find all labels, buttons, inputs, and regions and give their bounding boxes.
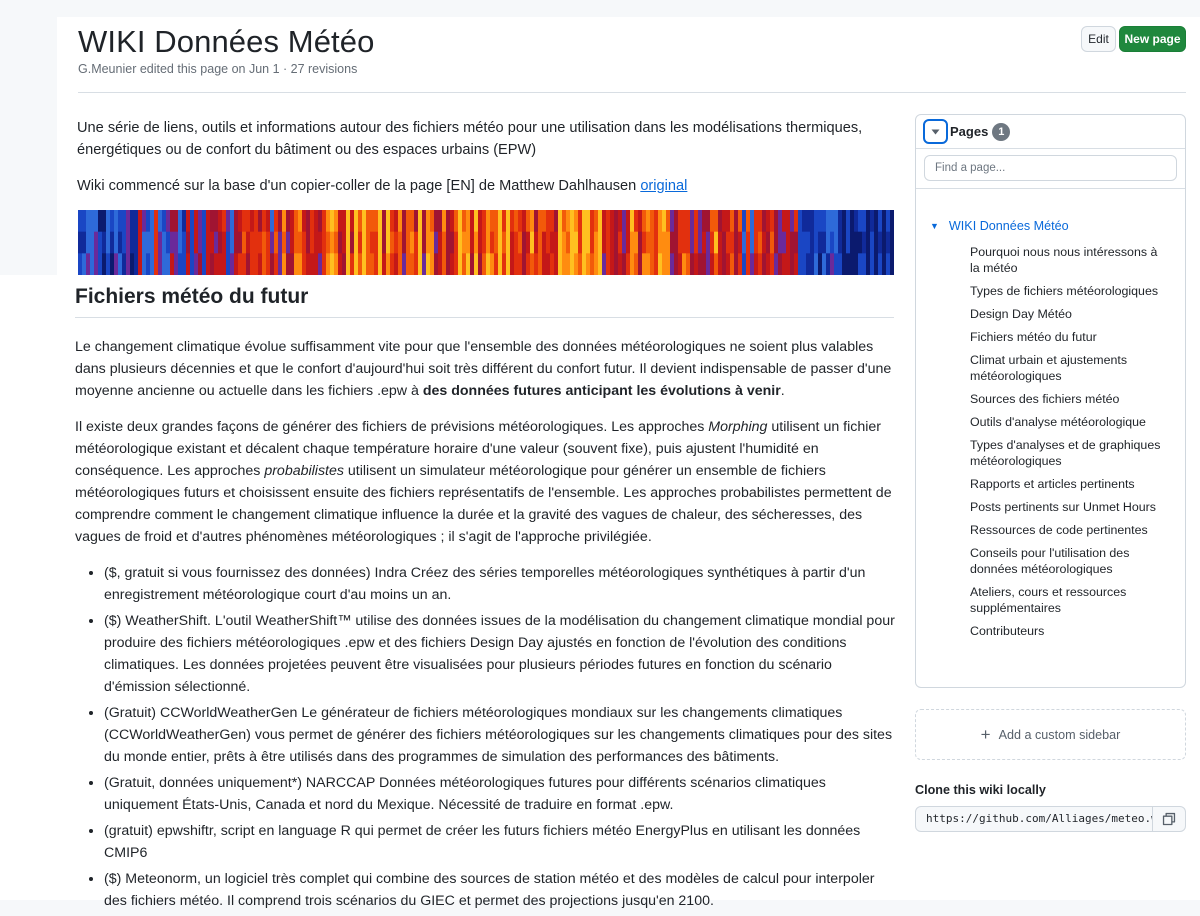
- pages-header: Pages 1: [916, 115, 1185, 149]
- sidebar-item-code[interactable]: Ressources de code pertinentes: [970, 522, 1170, 538]
- sidebar-item-analyses[interactable]: Types d'analyses et de graphiques météor…: [970, 437, 1170, 469]
- section-paragraph-2: Il existe deux grandes façons de générer…: [75, 416, 897, 548]
- sidebar-item-unmet-hours[interactable]: Posts pertinents sur Unmet Hours: [970, 499, 1170, 515]
- pages-count-badge: 1: [992, 122, 1011, 141]
- left-gutter: [0, 275, 57, 900]
- intro-paragraph: Une série de liens, outils et informatio…: [77, 120, 863, 158]
- section-paragraph-1: Le changement climatique évolue suffisam…: [75, 336, 897, 402]
- ccworldweathergen-link[interactable]: CCWorldWeatherGen: [160, 705, 297, 721]
- meteonorm-link[interactable]: Meteonorm: [125, 871, 197, 887]
- sidebar-item-rapports[interactable]: Rapports et articles pertinents: [970, 476, 1170, 492]
- sidebar-item-types-fichiers[interactable]: Types de fichiers météorologiques: [970, 283, 1170, 299]
- resource-list: ($, gratuit si vous fournissez des donné…: [75, 562, 897, 912]
- pages-label: Pages: [950, 124, 989, 139]
- weathershift-link[interactable]: WeatherShift: [125, 613, 207, 629]
- caret-down-icon[interactable]: [923, 119, 948, 144]
- p2-em-morphing: Morphing: [708, 419, 768, 435]
- p2-text-a: Il existe deux grandes façons de générer…: [75, 419, 709, 435]
- list-item: ($, gratuit si vous fournissez des donné…: [104, 562, 897, 606]
- item-prefix: (Gratuit, données uniquement*): [104, 775, 306, 791]
- new-page-button[interactable]: New page: [1119, 26, 1186, 52]
- find-page-wrapper: [916, 149, 1185, 189]
- header-divider: [78, 92, 1186, 93]
- tree-root-link[interactable]: WIKI Données Météo: [949, 219, 1069, 233]
- item-prefix: ($): [104, 871, 126, 887]
- list-item: (Gratuit, données uniquement*) NARCCAP D…: [104, 772, 897, 816]
- pages-sidebar: Pages 1 ▼ WIKI Données Météo Pourquoi no…: [915, 114, 1186, 688]
- item-prefix: ($): [104, 613, 126, 629]
- epwshiftr-link[interactable]: epwshiftr: [157, 823, 213, 839]
- intro-source-paragraph: Wiki commencé sur la base d'un copier-co…: [77, 175, 894, 197]
- wiki-page: WIKI Données Météo G.Meunier edited this…: [57, 17, 1200, 909]
- page-tree: Pourquoi nous nous intéressons à la mété…: [970, 244, 1170, 646]
- sidebar-item-sources[interactable]: Sources des fichiers météo: [970, 391, 1170, 407]
- intro-source-text: Wiki commencé sur la base d'un copier-co…: [77, 178, 641, 194]
- sidebar-item-futur[interactable]: Fichiers météo du futur: [970, 329, 1170, 345]
- plus-icon: +: [980, 724, 991, 744]
- clone-url-field[interactable]: https://github.com/Alliages/meteo.wiki.g…: [915, 806, 1153, 832]
- p1-end: .: [780, 383, 785, 399]
- list-item: ($) Meteonorm, un logiciel très complet …: [104, 868, 897, 912]
- revision-info: G.Meunier edited this page on Jun 1 · 27…: [78, 62, 358, 76]
- climate-stripes-image: [78, 210, 894, 275]
- sidebar-item-climat-urbain[interactable]: Climat urbain et ajustements météorologi…: [970, 352, 1170, 384]
- list-item: ($) WeatherShift. L'outil WeatherShift™ …: [104, 610, 897, 698]
- sidebar-item-outils[interactable]: Outils d'analyse météorologique: [970, 414, 1170, 430]
- tree-root-item[interactable]: ▼ WIKI Données Météo: [930, 219, 1069, 233]
- item-prefix: (gratuit): [104, 823, 157, 839]
- indra-link[interactable]: Indra: [375, 565, 407, 581]
- custom-sidebar-label: Add a custom sidebar: [998, 727, 1121, 742]
- clone-title: Clone this wiki locally: [915, 783, 1046, 797]
- item-text: , script en language R qui permet de cré…: [104, 823, 861, 861]
- item-text: . L'outil WeatherShift™ utilise des donn…: [104, 613, 895, 695]
- item-prefix: ($, gratuit si vous fournissez des donné…: [104, 565, 375, 581]
- item-text: , un logiciel très complet qui combine d…: [104, 871, 875, 909]
- find-page-input[interactable]: [924, 155, 1177, 181]
- edit-button[interactable]: Edit: [1081, 26, 1116, 52]
- section-heading: Fichiers météo du futur: [75, 285, 894, 318]
- original-link[interactable]: original: [640, 178, 687, 194]
- section-body: Le changement climatique évolue suffisam…: [75, 336, 897, 916]
- p1-bold: des données futures anticipant les évolu…: [422, 383, 781, 399]
- sidebar-item-ateliers[interactable]: Ateliers, cours et ressources supplément…: [970, 584, 1170, 616]
- item-prefix: (Gratuit): [104, 705, 160, 721]
- list-item: (Gratuit) CCWorldWeatherGen Le générateu…: [104, 702, 897, 768]
- copy-icon[interactable]: [1153, 806, 1186, 832]
- wiki-content: Une série de liens, outils et informatio…: [77, 117, 894, 211]
- tree-caret-icon[interactable]: ▼: [930, 221, 939, 231]
- p2-em-probabilistes: probabilistes: [264, 463, 344, 479]
- sidebar-item-contributeurs[interactable]: Contributeurs: [970, 623, 1170, 639]
- add-custom-sidebar-button[interactable]: + Add a custom sidebar: [915, 709, 1186, 760]
- sidebar-item-conseils[interactable]: Conseils pour l'utilisation des données …: [970, 545, 1170, 577]
- page-title: WIKI Données Météo: [78, 24, 375, 59]
- sidebar-item-pourquoi[interactable]: Pourquoi nous nous intéressons à la mété…: [970, 244, 1170, 276]
- narccap-link[interactable]: NARCCAP: [306, 775, 375, 791]
- sidebar-item-design-day[interactable]: Design Day Météo: [970, 306, 1170, 322]
- list-item: (gratuit) epwshiftr, script en language …: [104, 820, 897, 864]
